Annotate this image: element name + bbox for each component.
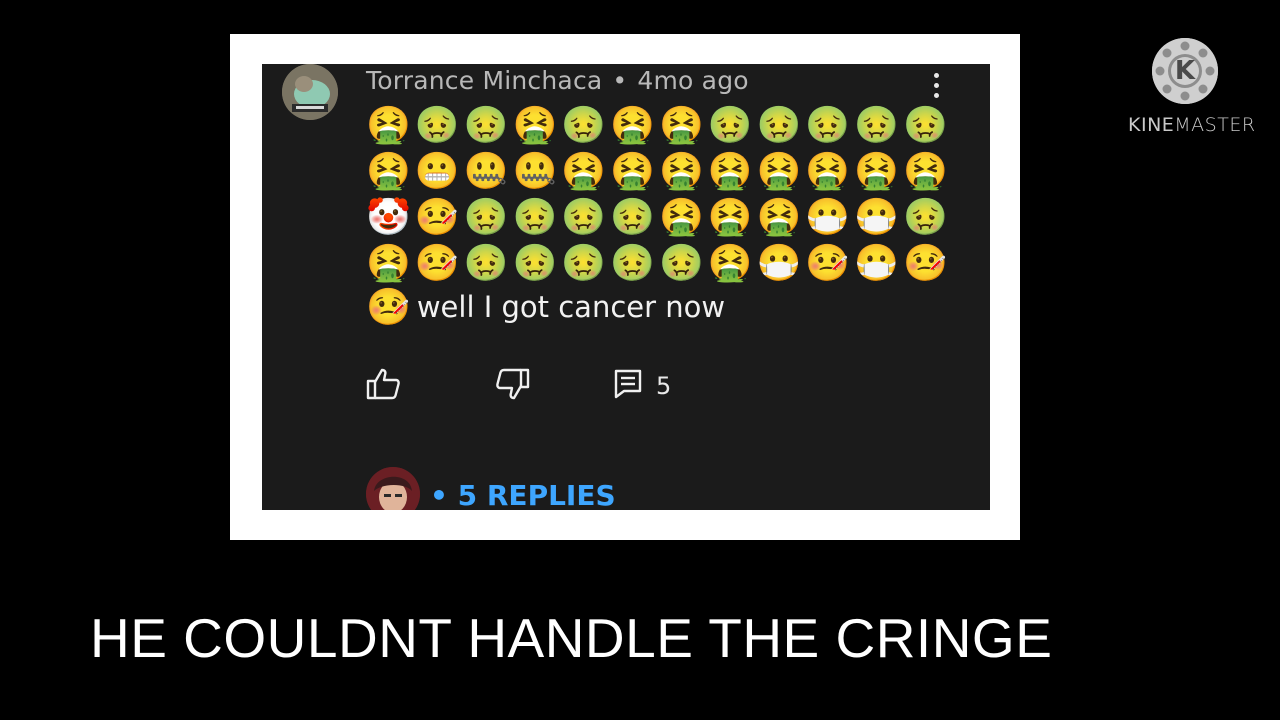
emoji-row: 🤮🤢🤢🤮🤢🤮🤮🤢🤢🤢🤢🤢	[366, 104, 952, 145]
comment-time[interactable]: 4mo ago	[637, 66, 748, 95]
brand-part-1: KINE	[1128, 114, 1175, 136]
reply-button[interactable]: 5	[614, 366, 671, 406]
author-name[interactable]: Torrance Minchaca	[366, 66, 602, 95]
lead-emoji: 🤒	[366, 286, 411, 327]
comment-card: Torrance Minchaca • 4mo ago 🤮🤢🤢🤮🤢🤮🤮🤢🤢🤢🤢🤢…	[262, 64, 990, 510]
kinemaster-watermark: K KINEMASTER	[1128, 38, 1255, 138]
comment-icon	[614, 369, 642, 404]
header-separator: •	[612, 66, 628, 95]
video-caption: HE COULDNT HANDLE THE CRINGE	[90, 607, 1053, 669]
thumbs-up-icon	[366, 368, 402, 405]
comment-text: well I got cancer now	[416, 290, 726, 324]
comment-body: 🤒 well I got cancer now	[366, 286, 725, 328]
emoji-row: 🤡🤒🤢🤢🤢🤢🤮🤮🤮😷😷🤢	[366, 196, 952, 237]
dot	[933, 72, 939, 78]
like-button[interactable]	[366, 366, 402, 406]
more-options-button[interactable]	[922, 68, 950, 102]
comment-header: Torrance Minchaca • 4mo ago	[366, 66, 749, 95]
replies-row: • 5 REPLIES	[366, 466, 616, 510]
comment-actions: 5	[366, 366, 706, 406]
reply-count: 5	[656, 372, 672, 400]
reply-avatar	[366, 467, 420, 510]
emoji-row: 🤮😬🤐🤐🤮🤮🤮🤮🤮🤮🤮🤮	[366, 150, 952, 191]
thumbs-down-icon	[494, 368, 530, 405]
emoji-row: 🤮🤒🤢🤢🤢🤢🤢🤮😷🤒😷🤒	[366, 242, 952, 283]
dot	[933, 92, 939, 98]
brand-part-2: MASTER	[1174, 114, 1256, 136]
view-replies-link[interactable]: • 5 REPLIES	[430, 479, 616, 511]
logo-letter: K	[1174, 56, 1196, 86]
dot	[933, 82, 939, 88]
emoji-block: 🤮🤢🤢🤮🤢🤮🤮🤢🤢🤢🤢🤢 🤮😬🤐🤐🤮🤮🤮🤮🤮🤮🤮🤮 🤡🤒🤢🤢🤢🤢🤮🤮🤮😷😷🤢 🤮…	[366, 102, 952, 286]
kinemaster-logo-icon: K	[1152, 38, 1218, 104]
dislike-button[interactable]	[494, 366, 530, 406]
kinemaster-wordmark: KINEMASTER	[1128, 114, 1255, 136]
commenter-avatar[interactable]	[282, 64, 338, 120]
